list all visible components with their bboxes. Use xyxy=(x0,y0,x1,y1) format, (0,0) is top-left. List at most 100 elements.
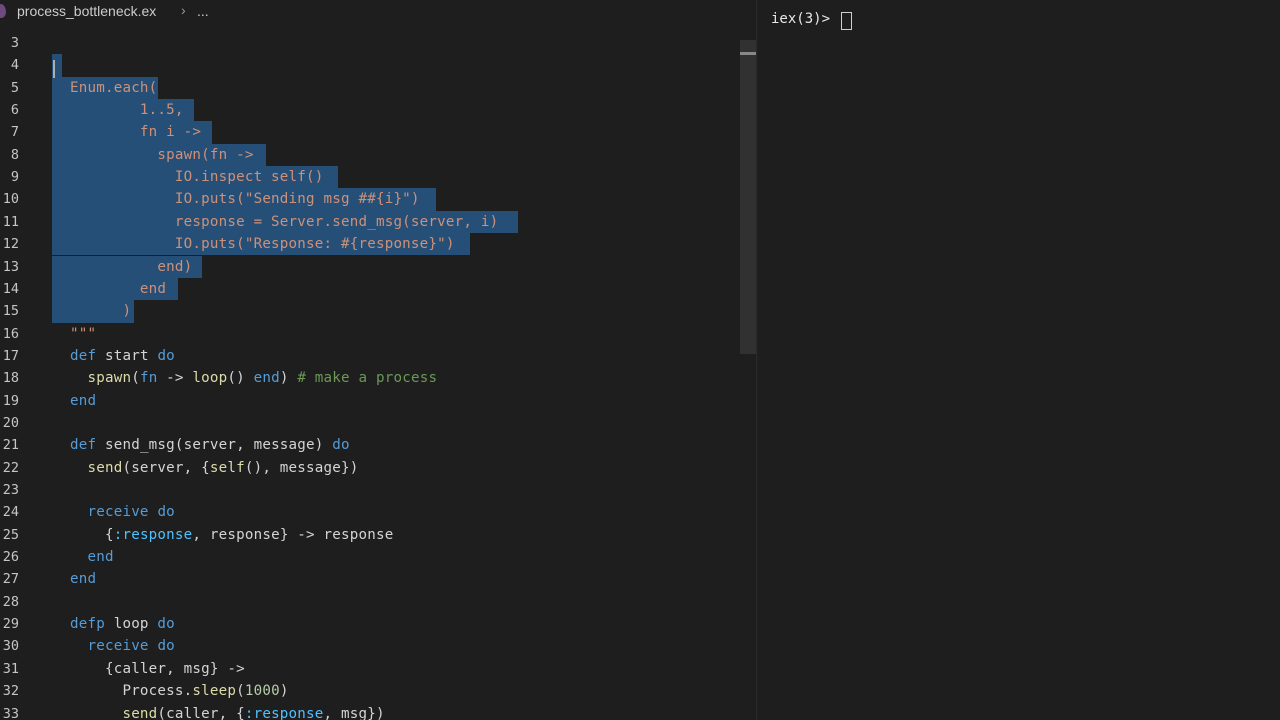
code-line[interactable]: 33 send(caller, {:response, msg}) xyxy=(0,703,740,720)
line-number: 30 xyxy=(2,638,19,655)
code-line[interactable]: 3 xyxy=(0,32,740,54)
code-line[interactable]: 24 receive do xyxy=(0,501,740,523)
code-text: send(caller, {:response, msg}) xyxy=(70,703,385,720)
code-token: 1000 xyxy=(244,683,280,700)
code-text: fn i -> xyxy=(70,121,201,143)
line-number: 12 xyxy=(2,236,19,253)
code-token: (caller, { xyxy=(157,705,245,720)
code-line[interactable]: 30 receive do xyxy=(0,635,740,657)
code-line[interactable]: 28 xyxy=(0,591,740,613)
line-number: 4 xyxy=(10,57,19,74)
code-area[interactable]: 3 4 5 Enum.each(6 1..5, 7 fn i -> 8 spawn(fn… xyxy=(0,0,740,720)
code-token: receive xyxy=(87,638,149,655)
code-token: () xyxy=(227,370,254,387)
iex-terminal-pane[interactable]: iex(3)> xyxy=(756,0,1280,720)
elixir-file-icon xyxy=(0,4,6,18)
code-editor-pane[interactable]: 3 4 5 Enum.each(6 1..5, 7 fn i -> 8 spawn(fn… xyxy=(0,0,756,720)
code-token: do xyxy=(157,616,175,633)
code-line[interactable]: 22 send(server, {self(), message}) xyxy=(0,457,740,479)
code-token: fn xyxy=(139,370,158,387)
code-token: def xyxy=(70,347,97,364)
code-text: end xyxy=(70,390,96,412)
line-number: 8 xyxy=(10,146,19,163)
line-number: 3 xyxy=(10,35,19,51)
code-text: receive do xyxy=(70,635,175,657)
terminal-cursor xyxy=(841,12,852,30)
code-line[interactable]: 10 IO.puts("Sending msg ##{i}") xyxy=(0,188,740,211)
code-token: send xyxy=(87,459,123,476)
code-text: def start do xyxy=(70,345,175,367)
editor-scrollbar[interactable] xyxy=(740,40,756,354)
code-text: spawn(fn -> xyxy=(70,144,254,166)
code-text: end xyxy=(70,278,166,300)
code-line[interactable]: 5 Enum.each( xyxy=(0,76,740,100)
code-line[interactable]: 9 IO.inspect self() xyxy=(0,166,740,189)
code-line[interactable]: 27 end xyxy=(0,568,740,590)
line-number: 17 xyxy=(2,347,19,364)
code-line[interactable]: 29 defp loop do xyxy=(0,613,740,635)
line-number: 6 xyxy=(10,102,19,119)
code-line[interactable]: 32 Process.sleep(1000) xyxy=(0,680,740,702)
line-number: 25 xyxy=(2,526,19,543)
code-line[interactable]: 16 """ xyxy=(0,323,740,345)
code-token: end) xyxy=(70,258,193,275)
line-number: 21 xyxy=(2,437,19,454)
code-text: defp loop do xyxy=(70,613,175,635)
code-line[interactable]: 13 end) xyxy=(0,255,740,278)
code-token: end xyxy=(253,370,280,387)
code-token: ) xyxy=(279,370,298,387)
code-text: send(server, {self(), message}) xyxy=(70,457,359,479)
code-line[interactable]: 25 {:response, response} -> response xyxy=(0,524,740,546)
code-token: do xyxy=(332,437,350,454)
code-text: ) xyxy=(70,300,131,322)
code-text: Process.sleep(1000) xyxy=(70,680,289,702)
line-number: 13 xyxy=(2,258,19,275)
code-line[interactable]: 31 {caller, msg} -> xyxy=(0,658,740,680)
code-line[interactable]: 11 response = Server.send_msg(server, i) xyxy=(0,210,740,234)
code-text: IO.inspect self() xyxy=(70,166,324,188)
code-token: (server, { xyxy=(122,459,210,476)
code-token: { xyxy=(70,526,114,543)
code-line[interactable]: 21 def send_msg(server, message) do xyxy=(0,434,740,456)
code-token: ) xyxy=(70,303,132,320)
code-token: -> xyxy=(157,370,193,387)
code-line[interactable]: 18 spawn(fn -> loop() end) # make a proc… xyxy=(0,367,740,389)
code-line[interactable]: 26 end xyxy=(0,546,740,568)
code-token: do xyxy=(157,638,175,655)
line-number: 26 xyxy=(2,549,19,566)
code-line[interactable]: 20 xyxy=(0,412,740,434)
code-token: (), message}) xyxy=(244,459,359,476)
code-token: loop xyxy=(104,616,158,633)
code-token: spawn(fn -> xyxy=(70,146,254,163)
code-line[interactable]: 14 end xyxy=(0,277,740,301)
code-text: 1..5, xyxy=(70,99,184,121)
code-line[interactable]: 15 ) xyxy=(0,300,740,323)
code-text: end) xyxy=(70,256,192,278)
code-line[interactable]: 8 spawn(fn -> xyxy=(0,143,740,167)
line-number: 19 xyxy=(2,392,19,409)
code-line[interactable]: 23 xyxy=(0,479,740,501)
code-token: ( xyxy=(236,683,245,700)
code-token: end xyxy=(70,571,97,588)
line-number: 7 xyxy=(10,124,19,141)
code-line[interactable]: 19 end xyxy=(0,390,740,412)
code-line[interactable]: 7 fn i -> xyxy=(0,121,740,144)
code-token: :response xyxy=(244,705,324,720)
breadcrumb-more[interactable]: ... xyxy=(197,3,209,19)
code-text: end xyxy=(70,546,114,568)
line-number: 14 xyxy=(2,280,19,297)
code-token: send_msg(server, message) xyxy=(96,437,333,454)
breadcrumb-file[interactable]: process_bottleneck.ex xyxy=(17,3,156,19)
code-line[interactable]: 17 def start do xyxy=(0,345,740,367)
code-line[interactable]: 12 IO.puts("Response: #{response}") xyxy=(0,233,740,256)
code-line[interactable]: 6 1..5, xyxy=(0,99,740,122)
line-number: 23 xyxy=(2,482,19,498)
code-text: {caller, msg} -> xyxy=(70,658,245,680)
code-line[interactable]: 4 xyxy=(0,54,740,77)
